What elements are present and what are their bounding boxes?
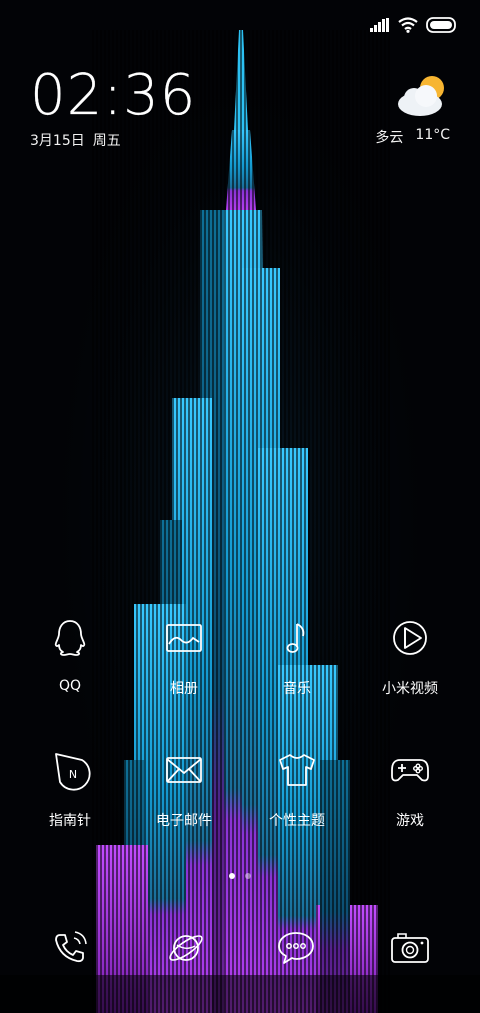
weather-info: 多云 11°C	[375, 127, 450, 147]
clock-weekday: 周五	[92, 133, 121, 149]
date-row: 3月15日 周五	[30, 130, 196, 150]
gallery-icon	[166, 624, 202, 652]
weather-condition: 多云	[375, 130, 404, 146]
app-email[interactable]: 电子邮件	[136, 748, 232, 830]
app-label: 音乐	[283, 681, 311, 697]
home-screen: 02:36 3月15日 周五 多云 11°C QQ 相册 音乐 小米视频 N 指…	[0, 0, 480, 1013]
envelope-icon	[166, 757, 202, 783]
app-label: 个性主题	[269, 813, 325, 829]
compass-icon: N	[55, 753, 91, 791]
dock-browser[interactable]	[156, 926, 216, 970]
app-music[interactable]: 音乐	[249, 616, 345, 698]
app-label: QQ	[58, 678, 82, 694]
page-dot-2[interactable]	[245, 873, 251, 879]
app-label: 指南针	[49, 813, 91, 829]
gamepad-icon	[391, 759, 429, 782]
app-label: 电子邮件	[156, 813, 212, 829]
status-bar	[370, 14, 458, 36]
dock-phone[interactable]	[40, 926, 100, 970]
cellular-signal-icon	[370, 18, 389, 32]
app-mi-video[interactable]: 小米视频	[362, 616, 458, 698]
page-indicator[interactable]	[0, 873, 480, 879]
phone-icon	[55, 931, 87, 963]
wallpaper-tower-image	[0, 0, 480, 1013]
partly-cloudy-icon	[398, 76, 444, 116]
clock-date: 3月15日	[30, 133, 85, 149]
app-label: 小米视频	[382, 681, 438, 697]
clock-widget[interactable]: 02:36 3月15日 周五	[30, 63, 197, 150]
message-bubble-icon	[278, 932, 314, 964]
music-note-icon	[286, 623, 305, 653]
app-label: 相册	[170, 681, 198, 697]
app-themes[interactable]: 个性主题	[249, 748, 345, 830]
app-compass[interactable]: N 指南针	[22, 748, 118, 830]
dock-camera[interactable]	[380, 926, 440, 970]
clock-time: 02:36	[30, 63, 197, 128]
battery-icon	[426, 17, 456, 33]
qq-penguin-icon	[54, 620, 86, 656]
browser-planet-icon	[169, 935, 203, 961]
tshirt-icon	[279, 754, 315, 786]
app-label: 游戏	[396, 813, 424, 829]
app-games[interactable]: 游戏	[362, 748, 458, 830]
camera-icon	[391, 933, 429, 963]
app-gallery[interactable]: 相册	[136, 616, 232, 698]
weather-temperature: 11°C	[415, 127, 450, 143]
app-qq[interactable]: QQ	[22, 616, 118, 694]
wifi-icon	[398, 17, 418, 33]
video-play-icon	[393, 621, 427, 655]
dock-messages[interactable]	[266, 926, 326, 970]
svg-text:N: N	[69, 768, 77, 781]
page-dot-1[interactable]	[229, 873, 235, 879]
